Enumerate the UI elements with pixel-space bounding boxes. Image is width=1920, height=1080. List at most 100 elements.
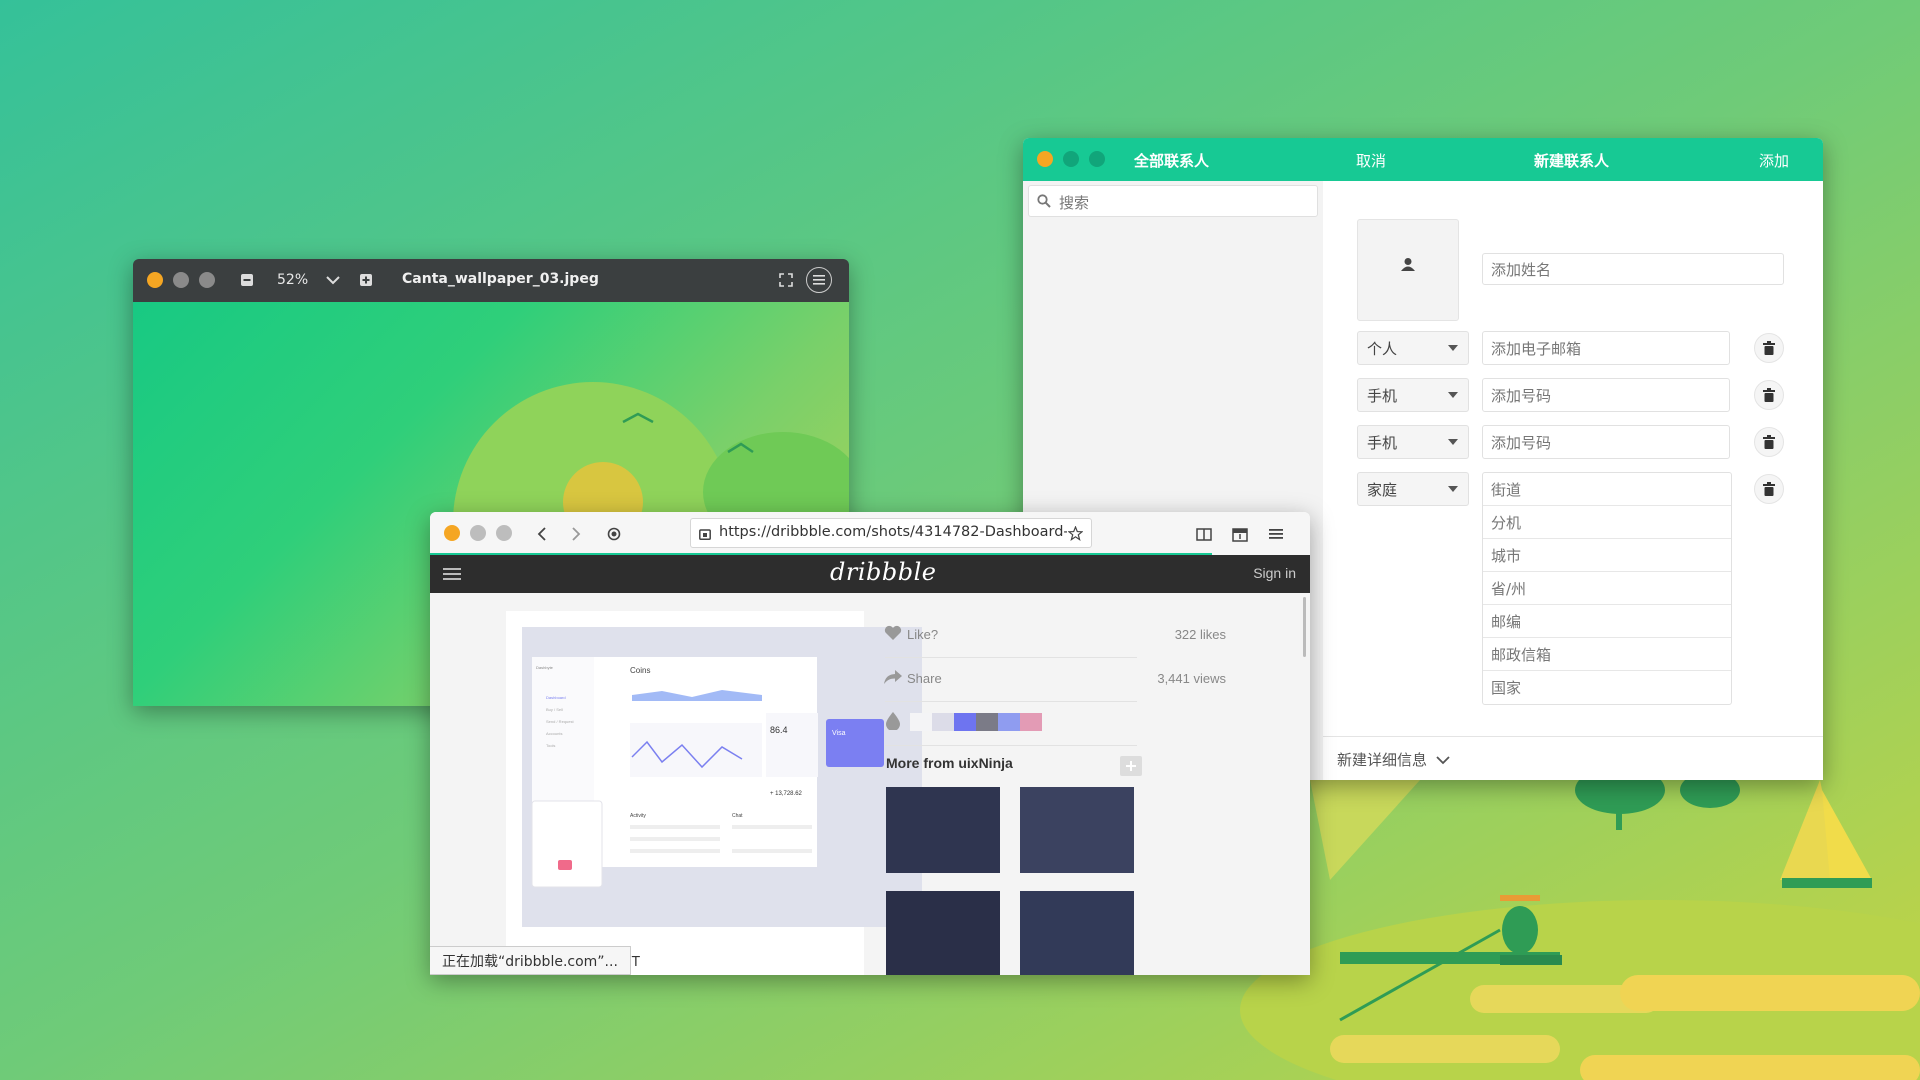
- palette-swatch[interactable]: [976, 713, 998, 731]
- delete-address-button[interactable]: [1754, 474, 1784, 504]
- country-field[interactable]: 国家: [1483, 671, 1731, 704]
- po-box-placeholder: 邮政信箱: [1491, 645, 1552, 664]
- delete-email-button[interactable]: [1754, 333, 1784, 363]
- delete-phone-button[interactable]: [1754, 380, 1784, 410]
- more-from-heading: More from uixNinja: [886, 755, 1013, 771]
- search-input[interactable]: 搜索: [1028, 185, 1318, 217]
- color-palette: [910, 713, 1042, 731]
- heart-icon[interactable]: [884, 624, 902, 642]
- close-button[interactable]: [1037, 151, 1053, 167]
- name-field[interactable]: 添加姓名: [1482, 253, 1784, 285]
- shot-section: Chat: [732, 813, 743, 819]
- url-bar[interactable]: https://dribbble.com/shots/4314782-Dashb…: [690, 518, 1092, 548]
- dropdown-caret-icon: [1448, 439, 1458, 445]
- zoom-in-icon[interactable]: [358, 272, 374, 288]
- address-type-select[interactable]: 家庭: [1357, 472, 1469, 506]
- more-shot-thumbnail[interactable]: [886, 891, 1000, 975]
- share-label[interactable]: Share: [907, 671, 942, 686]
- hamburger-menu-icon[interactable]: [1266, 524, 1286, 544]
- po-box-field[interactable]: 邮政信箱: [1483, 638, 1731, 671]
- palette-swatch[interactable]: [932, 713, 954, 731]
- menu-icon[interactable]: [806, 267, 832, 293]
- image-viewer-titlebar: 52% Canta_wallpaper_03.jpeg: [133, 259, 849, 302]
- phone-type-select[interactable]: 手机: [1357, 378, 1469, 412]
- email-placeholder: 添加电子邮箱: [1491, 339, 1582, 358]
- forward-icon[interactable]: [566, 524, 586, 544]
- address-type-label: 家庭: [1367, 480, 1398, 499]
- street-placeholder: 街道: [1491, 480, 1522, 499]
- dribbble-content: Coins Dashbyte Dashboard Buy / Sell Send…: [430, 593, 1310, 975]
- minimize-button[interactable]: [173, 272, 189, 288]
- phone-placeholder: 添加号码: [1491, 386, 1552, 405]
- delete-phone2-button[interactable]: [1754, 427, 1784, 457]
- address-fields: 街道 分机 城市 省/州 邮编 邮政信箱 国家: [1482, 472, 1732, 705]
- downloads-icon[interactable]: [1230, 524, 1250, 544]
- phone-field[interactable]: 添加号码: [1482, 378, 1730, 412]
- stop-reload-icon[interactable]: [604, 524, 624, 544]
- reader-mode-icon[interactable]: [1194, 524, 1214, 544]
- shot-stat: 86.4: [770, 725, 788, 735]
- add-button[interactable]: 添加: [1759, 150, 1789, 171]
- city-field[interactable]: 城市: [1483, 539, 1731, 572]
- more-shot-thumbnail[interactable]: [886, 787, 1000, 873]
- shot-image[interactable]: Coins Dashbyte Dashboard Buy / Sell Send…: [522, 627, 922, 927]
- dribbble-logo[interactable]: dribbble: [830, 558, 936, 586]
- back-icon[interactable]: [532, 524, 552, 544]
- lock-icon: [698, 526, 712, 540]
- minimize-button[interactable]: [1063, 151, 1079, 167]
- more-shot-thumbnail[interactable]: [1020, 891, 1134, 975]
- shot-heading: Coins: [630, 666, 650, 675]
- search-placeholder: 搜索: [1059, 194, 1090, 212]
- cancel-button[interactable]: 取消: [1356, 150, 1386, 171]
- phone2-field[interactable]: 添加号码: [1482, 425, 1730, 459]
- image-filename: Canta_wallpaper_03.jpeg: [402, 271, 599, 287]
- contacts-headerbar: 全部联系人 取消 新建联系人 添加: [1023, 138, 1823, 181]
- chevron-down-icon[interactable]: [323, 272, 343, 288]
- fullscreen-icon[interactable]: [778, 272, 794, 288]
- like-label[interactable]: Like?: [907, 627, 938, 642]
- zip-field[interactable]: 邮编: [1483, 605, 1731, 638]
- maximize-button[interactable]: [496, 525, 512, 541]
- share-icon[interactable]: [884, 668, 902, 686]
- sign-in-link[interactable]: Sign in: [1253, 565, 1296, 581]
- email-field[interactable]: 添加电子邮箱: [1482, 331, 1730, 365]
- phone2-type-select[interactable]: 手机: [1357, 425, 1469, 459]
- chevron-down-icon: [1436, 756, 1450, 765]
- phone2-type-label: 手机: [1367, 433, 1398, 452]
- country-placeholder: 国家: [1491, 679, 1522, 697]
- site-menu-icon[interactable]: [442, 565, 462, 583]
- shot-nav-item: Send / Request: [546, 719, 574, 724]
- shot-nav-item: Tools: [546, 743, 555, 748]
- browser-window: https://dribbble.com/shots/4314782-Dashb…: [430, 512, 1310, 975]
- zoom-out-icon[interactable]: [239, 272, 255, 288]
- add-icon[interactable]: [1120, 756, 1142, 776]
- avatar-button[interactable]: [1357, 219, 1459, 321]
- minimize-button[interactable]: [470, 525, 486, 541]
- divider: [885, 701, 1137, 702]
- maximize-button[interactable]: [1089, 151, 1105, 167]
- close-button[interactable]: [147, 272, 163, 288]
- new-details-button[interactable]: 新建详细信息: [1337, 749, 1450, 770]
- palette-swatch[interactable]: [954, 713, 976, 731]
- palette-swatch[interactable]: [998, 713, 1020, 731]
- street-field[interactable]: 街道: [1483, 473, 1731, 506]
- zoom-level[interactable]: 52%: [277, 272, 308, 288]
- close-button[interactable]: [444, 525, 460, 541]
- divider: [885, 657, 1137, 658]
- search-icon: [1037, 194, 1051, 208]
- bookmark-star-icon[interactable]: [1067, 525, 1083, 541]
- extension-placeholder: 分机: [1491, 513, 1522, 532]
- maximize-button[interactable]: [199, 272, 215, 288]
- state-field[interactable]: 省/州: [1483, 572, 1731, 605]
- palette-swatch[interactable]: [910, 713, 932, 731]
- dribbble-header: dribbble Sign in: [430, 555, 1310, 593]
- page-scrollbar[interactable]: [1303, 597, 1306, 657]
- extension-field[interactable]: 分机: [1483, 506, 1731, 539]
- palette-swatch[interactable]: [1020, 713, 1042, 731]
- name-placeholder: 添加姓名: [1491, 260, 1552, 279]
- dropdown-caret-icon: [1448, 392, 1458, 398]
- shot-nav-item: Dashboard: [546, 695, 566, 700]
- trash-icon: [1763, 341, 1775, 355]
- more-shot-thumbnail[interactable]: [1020, 787, 1134, 873]
- email-type-select[interactable]: 个人: [1357, 331, 1469, 365]
